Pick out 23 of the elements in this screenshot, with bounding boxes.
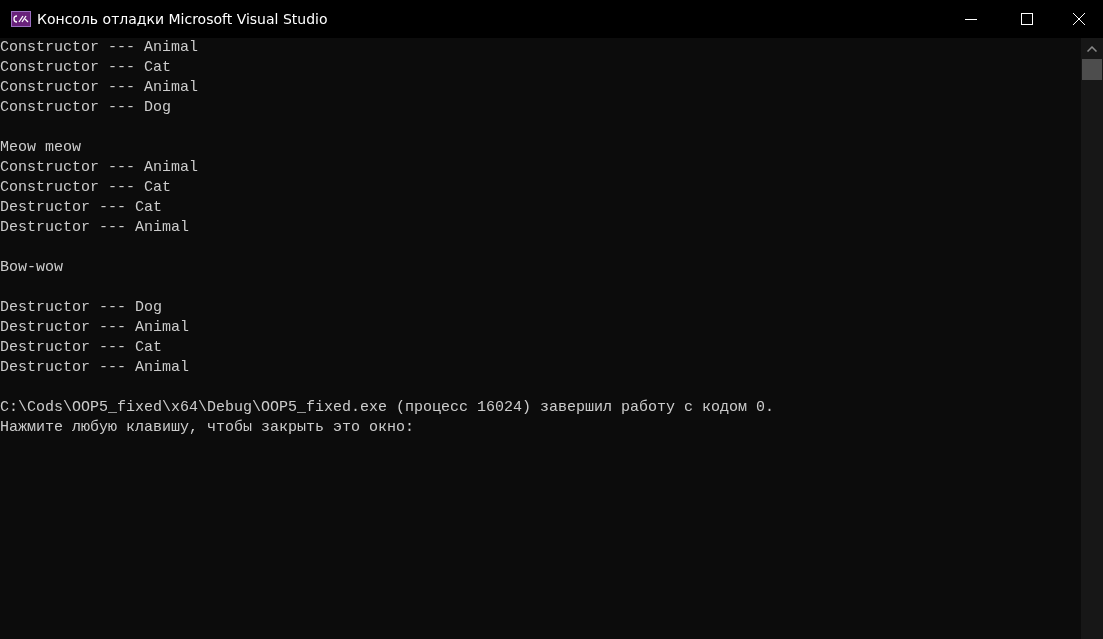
console-line: Destructor --- Cat xyxy=(0,338,164,358)
console-line: Destructor --- Animal xyxy=(0,218,191,238)
console-line: Constructor --- Cat xyxy=(0,178,173,198)
maximize-icon[interactable] xyxy=(1021,13,1033,25)
scroll-up-icon[interactable] xyxy=(1087,46,1097,52)
console-line: Destructor --- Animal xyxy=(0,318,191,338)
scroll-thumb[interactable] xyxy=(1082,59,1102,80)
console-line: Constructor --- Animal xyxy=(0,38,200,58)
console-line: Meow meow xyxy=(0,138,82,158)
scrollbar[interactable] xyxy=(1081,38,1103,639)
window-title: Консоль отладки Microsoft Visual Studio xyxy=(37,11,328,27)
close-icon[interactable] xyxy=(1073,13,1085,25)
console-line: Constructor --- Animal xyxy=(0,78,200,98)
console-line: Destructor --- Animal xyxy=(0,358,191,378)
console-line: Destructor --- Dog xyxy=(0,298,164,318)
console-line: Constructor --- Dog xyxy=(0,98,173,118)
console-line: Destructor --- Cat xyxy=(0,198,164,218)
console-line: Constructor --- Cat xyxy=(0,58,173,78)
console-line: C:\Cods\OOP5_fixed\x64\Debug\OOP5_fixed.exe (процесс 16024) завершил работу с кодом 0. xyxy=(0,398,776,418)
console-app-icon xyxy=(11,11,31,27)
console-line: Constructor --- Animal xyxy=(0,158,200,178)
console-line: Bow-wow xyxy=(0,258,64,278)
console-line: Нажмите любую клавишу, чтобы закрыть это окно: xyxy=(0,418,416,438)
